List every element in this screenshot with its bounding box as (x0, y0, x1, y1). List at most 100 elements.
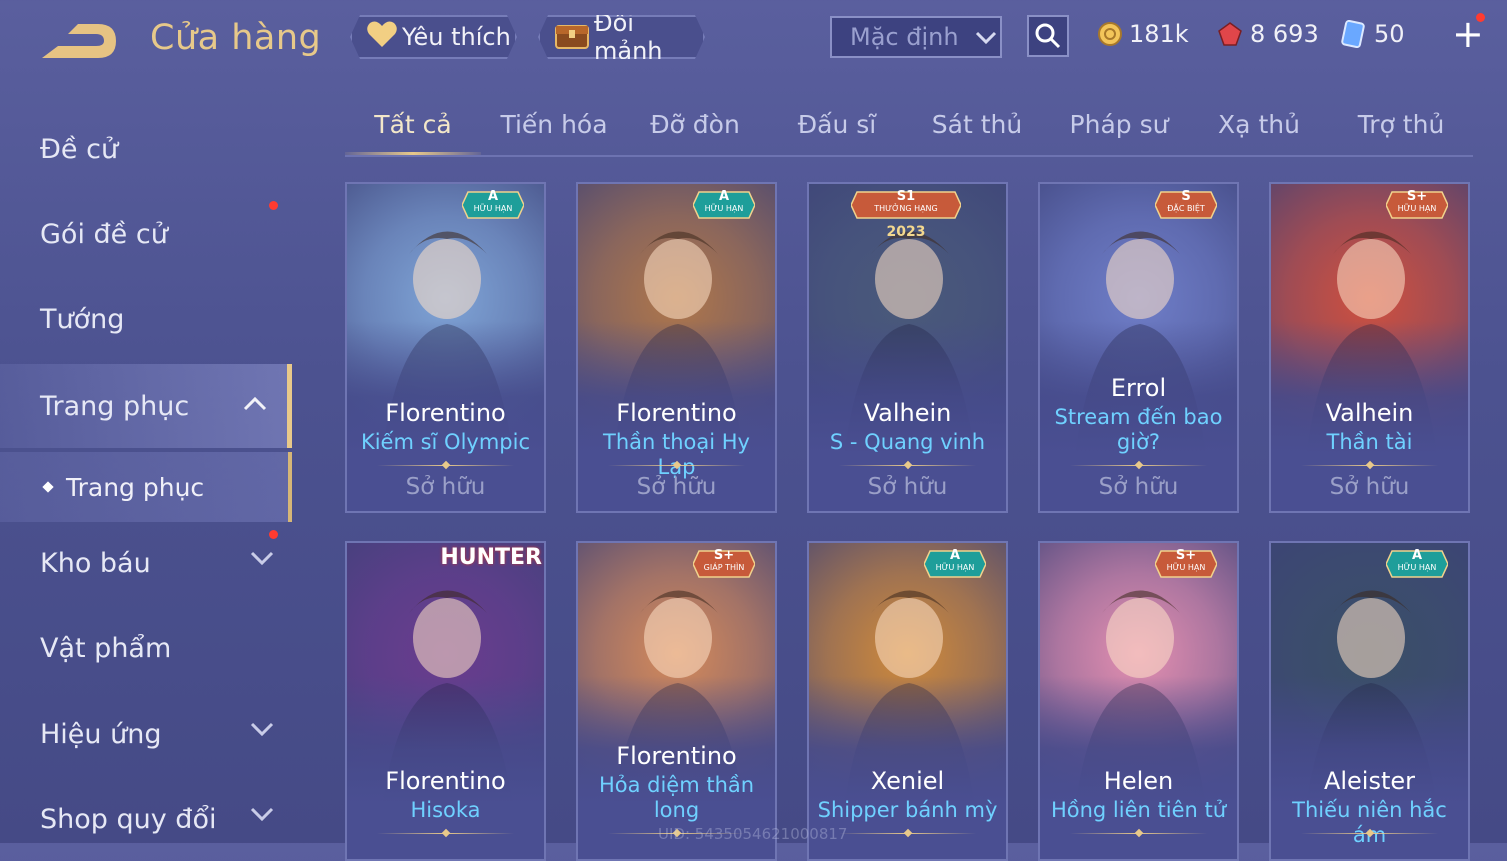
tier-badge: A HỮU HẠN (693, 188, 755, 222)
badge-year: 2023 (886, 224, 926, 240)
favorites-button[interactable]: Yêu thích (350, 15, 517, 59)
bullet-diamond-icon (42, 481, 54, 493)
back-button[interactable] (38, 20, 120, 62)
back-arrow-icon (42, 24, 116, 58)
sort-value: Mặc định (850, 23, 959, 51)
skin-name: Shipper bánh mỳ (817, 798, 998, 822)
sidebar-item-treasure[interactable]: Kho báu (0, 522, 292, 604)
gold-coin-icon (1098, 22, 1122, 46)
skin-name: Hồng liên tiên tử (1050, 798, 1227, 822)
chevron-up-icon (243, 396, 267, 415)
skin-name: Thần thoại Hy Lạp (603, 430, 750, 479)
badge-label: HỮU HẠN (704, 204, 744, 213)
tab-all[interactable]: Tất cả (345, 110, 481, 139)
sidebar-item-skins[interactable]: Trang phục (0, 364, 292, 448)
tier-badge: S+ HỮU HẠN (1386, 188, 1448, 222)
sidebar-item-bundles[interactable]: Gói đề cử (0, 193, 292, 275)
badge-label: HỮU HẠN (1166, 563, 1206, 572)
skin-name: Thiếu niên hắc ám (1292, 798, 1447, 847)
sidebar-subitem-skins[interactable]: Trang phục (0, 452, 292, 522)
skin-card[interactable]: AHỮU HẠN Aleister Thiếu niên hắc ám (1269, 541, 1470, 861)
ownership-status: Sở hữu (405, 474, 486, 500)
badge-tier: S+ (1406, 189, 1428, 204)
tab-evolution[interactable]: Tiến hóa (485, 110, 623, 139)
notification-dot (269, 201, 278, 210)
badge-tier: S1 (896, 189, 916, 204)
exchange-fragments-button[interactable]: Đổi mảnh (538, 15, 705, 59)
badge-tier: A (718, 189, 730, 204)
hunter-logo-icon: HUNTER (440, 545, 542, 570)
sidebar-item-effects[interactable]: Hiệu ứng (0, 693, 292, 775)
search-button[interactable] (1027, 15, 1069, 57)
card-divider (1070, 833, 1207, 834)
voucher-card-icon (1341, 20, 1365, 48)
chevron-down-icon (250, 550, 274, 569)
ruby-gem-icon (1218, 22, 1242, 46)
skin-card[interactable]: S ĐẶC BIỆT Errol Stream đến bao giờ? Sở hữu (1038, 182, 1239, 513)
badge-tier: S (1181, 189, 1191, 204)
skin-name: S - Quang vinh (829, 430, 986, 454)
hero-name: Florentino (385, 399, 506, 427)
badge-label: HỮU HẠN (1397, 563, 1437, 572)
notification-dot (269, 530, 278, 539)
hero-name: Aleister (1323, 767, 1416, 795)
badge-label: HỮU HẠN (473, 204, 513, 213)
tab-tank[interactable]: Đỡ đòn (627, 110, 763, 139)
heart-icon (366, 20, 398, 54)
tab-fighter[interactable]: Đấu sĩ (769, 110, 905, 139)
tab-assassin[interactable]: Sát thủ (909, 110, 1045, 139)
ownership-status: Sở hữu (867, 474, 948, 500)
card-divider (839, 833, 976, 834)
chevron-down-icon (250, 721, 274, 740)
ruby-counter: 8 693 (1217, 16, 1319, 52)
tier-badge: HUNTER (438, 547, 542, 581)
search-icon (1035, 23, 1061, 49)
favorites-label: Yêu thích (402, 23, 511, 51)
tab-support[interactable]: Trợ thủ (1333, 110, 1469, 139)
uid-watermark: UID: 5435054621000817 (658, 825, 848, 843)
sidebar-item-recommended[interactable]: Đề cử (0, 108, 292, 190)
skin-name: Hỏa diệm thần long (598, 773, 755, 822)
skin-name: Hisoka (410, 798, 481, 822)
sidebar-item-heroes[interactable]: Tướng (0, 278, 292, 360)
tier-badge: S+ HỮU HẠN (1155, 547, 1217, 581)
badge-label: HỮU HẠN (1397, 204, 1437, 213)
hero-name: Valhein (863, 399, 952, 427)
sidebar-item-exchange-shop[interactable]: Shop quy đổi (0, 778, 292, 860)
badge-tier: A (487, 189, 499, 204)
badge-label: GIÁP THÌN (703, 563, 745, 572)
ownership-status: Sở hữu (636, 474, 717, 500)
sidebar: Đề cử Gói đề cử Tướng Trang phục Trang p… (0, 100, 292, 843)
badge-tier: S+ (1175, 548, 1197, 563)
sort-dropdown[interactable]: Mặc định (830, 16, 1002, 58)
chevron-down-icon (250, 806, 274, 825)
skin-card[interactable]: HUNTER Florentino Hisoka (345, 541, 546, 861)
badge-label: ĐẶC BIỆT (1167, 204, 1205, 213)
skin-card[interactable]: S+ HỮU HẠN Helen Hồng liên tiên tử (1038, 541, 1239, 861)
tab-mage[interactable]: Pháp sư (1051, 110, 1187, 139)
card-divider (377, 833, 514, 834)
skin-card[interactable]: S+ HỮU HẠN Valhein Thần tài Sở hữu (1269, 182, 1470, 513)
card-divider (1070, 465, 1207, 466)
top-bar: Cửa hàng Yêu thích Đổi mảnh Mặc định 181… (0, 0, 1507, 80)
tab-marksman[interactable]: Xạ thủ (1191, 110, 1327, 139)
sidebar-item-items[interactable]: Vật phẩm (0, 607, 292, 689)
tier-badge: S1 THƯỞNG HẠNG 2023 (851, 188, 961, 240)
ownership-status: Sở hữu (1329, 474, 1410, 500)
card-divider (839, 465, 976, 466)
skin-card[interactable]: A HỮU HẠN Xeniel Shipper bánh mỳ (807, 541, 1008, 861)
gold-counter: 181k (1097, 16, 1189, 52)
card-divider (377, 465, 514, 466)
skin-card[interactable]: S1 THƯỞNG HẠNG 2023 Valhein S - Quang vinh Sở… (807, 182, 1008, 513)
skin-card[interactable]: A HỮU HẠN Florentino Kiếm sĩ Olympic Sở hữu (345, 182, 546, 513)
skin-card[interactable]: S+ GIÁP THÌN Florentino Hỏa diệm thần long (576, 541, 777, 861)
skin-card[interactable]: AHỮU HẠN Florentino Thần thoại Hy LạpSở hữ… (576, 182, 777, 513)
tier-badge: A HỮU HẠN (462, 188, 524, 222)
skin-name: Stream đến bao giờ? (1054, 405, 1223, 454)
exchange-label: Đổi mảnh (594, 9, 663, 65)
hero-name: Florentino (385, 767, 506, 795)
skin-name: Thần tài (1326, 430, 1413, 454)
hero-name: Florentino (616, 399, 737, 427)
active-tab-indicator (345, 152, 481, 155)
tier-badge: A HỮU HẠN (924, 547, 986, 581)
